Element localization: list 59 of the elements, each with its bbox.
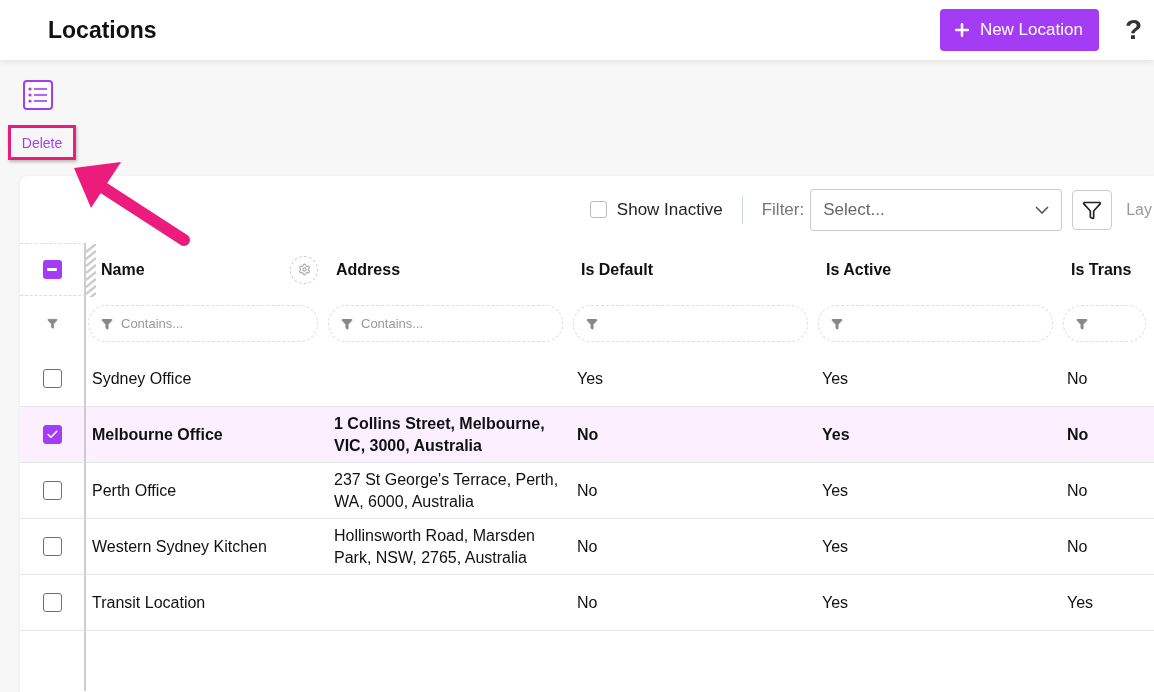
filter-icon: [1076, 317, 1088, 330]
settings-icon: [297, 263, 311, 276]
table-cell-text: Western Sydney Kitchen: [92, 536, 267, 557]
check-icon: [45, 428, 59, 441]
column-header[interactable]: Is Default: [581, 260, 653, 279]
table-cell-text: No: [1067, 424, 1089, 445]
filter-select[interactable]: Select...: [810, 188, 1063, 231]
filter-label: Filter:: [761, 199, 805, 220]
filter-icon: [586, 317, 598, 330]
help-icon[interactable]: ?: [1124, 14, 1142, 46]
filter-icon: [831, 317, 843, 330]
table-cell-text: Yes: [577, 368, 604, 389]
select-all-checkbox[interactable]: [42, 260, 62, 279]
column-filter-field[interactable]: [818, 305, 1053, 342]
row-checkbox[interactable]: [42, 425, 62, 444]
layout-label: Lay: [1126, 200, 1152, 219]
row-checkbox[interactable]: [42, 481, 62, 500]
show-inactive-label: Show Inactive: [616, 199, 723, 220]
resize-handle-drawing[interactable]: [86, 244, 96, 297]
column-filter-field[interactable]: [1063, 305, 1146, 342]
row-checkbox[interactable]: [42, 593, 62, 612]
filter-icon: [1082, 199, 1103, 220]
table-cell-text: Transit Location: [92, 592, 206, 613]
column-header[interactable]: Is Active: [826, 260, 892, 279]
column-filter-field[interactable]: [573, 305, 808, 342]
chevron-down-icon: [1035, 205, 1050, 214]
filter-icon: [46, 318, 58, 329]
filter-icon: [101, 317, 113, 330]
table-cell-text: No: [1067, 536, 1088, 557]
table-cell-text: No: [577, 424, 599, 445]
column-header[interactable]: Is Trans: [1071, 260, 1132, 279]
table-cell-text: Yes: [822, 536, 849, 557]
row-checkbox[interactable]: [42, 369, 62, 388]
table-cell-text: Yes: [822, 368, 849, 389]
row-checkbox[interactable]: [42, 537, 62, 556]
new-location-button[interactable]: New Location: [939, 9, 1099, 51]
filter-icon: [341, 317, 353, 330]
table-cell-text: Yes: [822, 592, 849, 613]
table-cell-text: Sydney Office: [92, 368, 192, 389]
table-cell-text: Yes: [1067, 592, 1094, 613]
delete-button[interactable]: Delete: [19, 132, 65, 153]
table-cell-text: No: [1067, 368, 1088, 389]
table-cell-text: No: [577, 592, 598, 613]
table-cell-text: Yes: [822, 424, 850, 445]
column-header[interactable]: Name: [101, 260, 145, 279]
table-cell-text: No: [577, 480, 598, 501]
page-title: Locations: [48, 16, 158, 44]
column-header[interactable]: Address: [336, 260, 401, 279]
list-view-button[interactable]: [23, 80, 53, 110]
table-cell-text: 237 St George's Terrace, Perth, WA, 6000, Australia: [334, 469, 560, 512]
table-cell-text: 1 Collins Street, Melbourne, VIC, 3000, Australia: [334, 413, 546, 456]
table-cell-text: Melbourne Office: [92, 424, 223, 445]
table-cell-text: Hollinsworth Road, Marsden Park, NSW, 2765, Australia: [334, 525, 536, 568]
table-cell-text: No: [577, 536, 598, 557]
table-cell-text: Perth Office: [92, 480, 177, 501]
table-cell-text: No: [1067, 480, 1088, 501]
table-cell-text: Yes: [822, 480, 849, 501]
list-icon: [28, 87, 48, 103]
filter-button[interactable]: [1072, 189, 1113, 230]
